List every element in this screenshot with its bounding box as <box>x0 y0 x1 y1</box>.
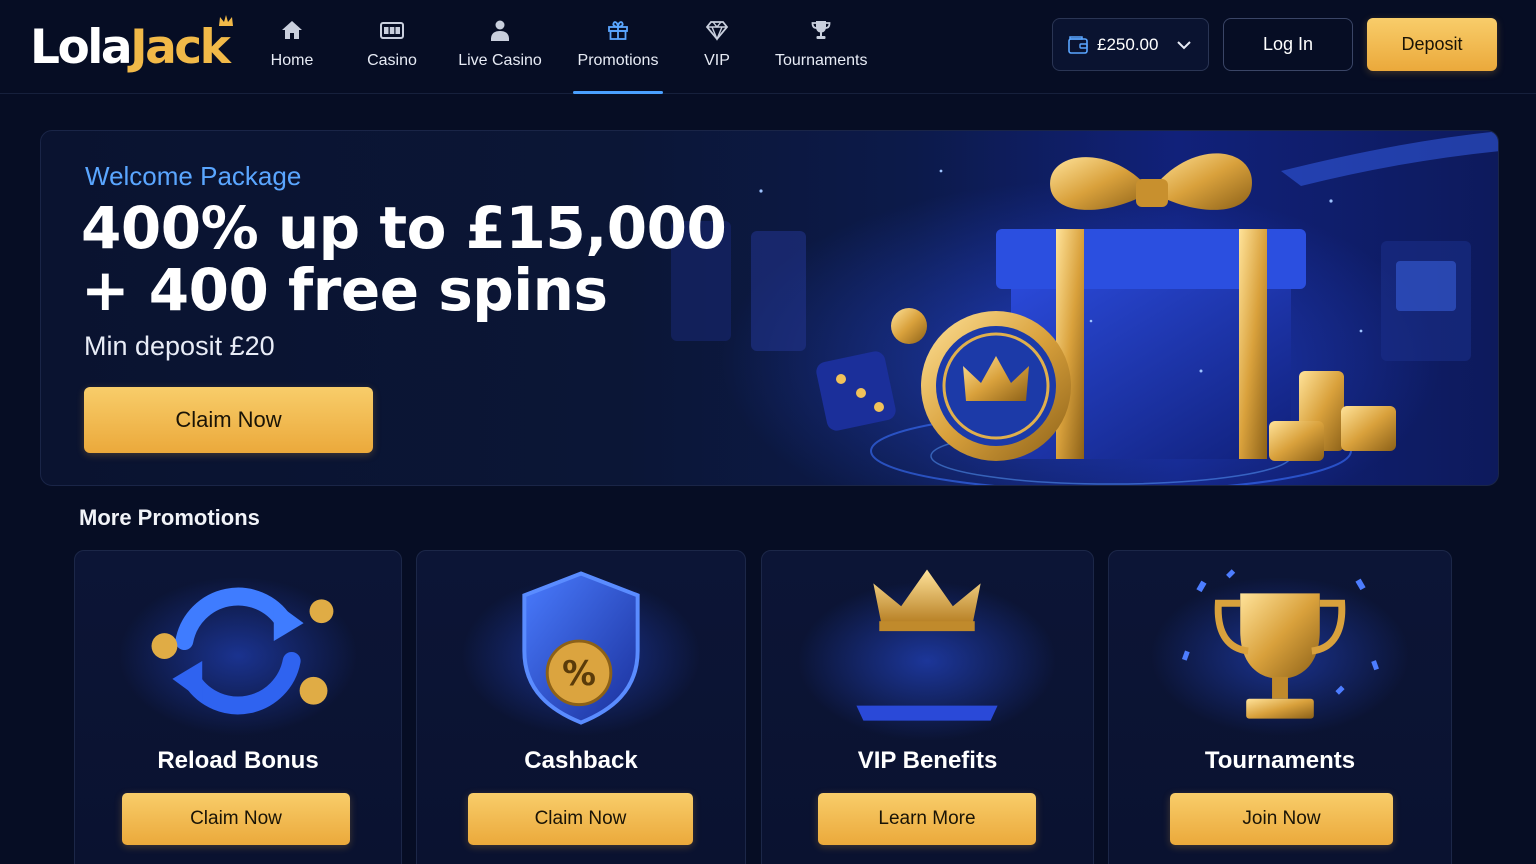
promo-card-title: Reload Bonus <box>157 747 319 774</box>
promo-card-cashback[interactable]: % Cashback Claim Now <box>416 550 746 864</box>
promo-card-title: Tournaments <box>1204 747 1356 774</box>
top-bar: LolaJack Home Casino Live Casino Promoti… <box>0 0 1536 94</box>
nav-live-casino[interactable]: Live Casino <box>458 18 542 94</box>
hero-title-line1: 400% up to £15,000 <box>81 194 727 262</box>
promo-card-vip-benefits[interactable]: VIP Benefits Learn More <box>761 550 1094 864</box>
nav-home-label: Home <box>270 52 314 69</box>
vip-crown-icon <box>797 569 1057 741</box>
nav-home[interactable]: Home <box>270 18 314 94</box>
balance-amount: £250.00 <box>1097 34 1159 54</box>
reload-claim-button[interactable]: Claim Now <box>122 793 350 845</box>
svg-text:%: % <box>562 654 596 693</box>
diamond-icon <box>702 18 732 46</box>
nav-tournaments[interactable]: Tournaments <box>775 18 868 94</box>
promo-card-title: Cashback <box>524 747 638 774</box>
promo-card-title: VIP Benefits <box>857 747 998 774</box>
reload-arrows-icon <box>118 576 358 736</box>
shield-percent-icon: % <box>461 571 701 736</box>
section-title: More Promotions <box>79 505 260 530</box>
home-icon <box>270 18 314 46</box>
nav-live-casino-label: Live Casino <box>458 52 542 69</box>
brand-logo[interactable]: LolaJack <box>30 15 234 78</box>
hero-claim-button[interactable]: Claim Now <box>84 387 373 453</box>
gift-box-illustration <box>671 131 1498 485</box>
promo-card-tournaments[interactable]: Tournaments Join Now <box>1108 550 1452 864</box>
hero-min-deposit: Min deposit £20 <box>84 331 275 361</box>
hero-title: 400% up to £15,000 + 400 free spins <box>81 194 727 324</box>
hero-kicker: Welcome Package <box>85 161 302 191</box>
logo-crown-icon <box>219 15 234 26</box>
vip-learn-more-button[interactable]: Learn More <box>818 793 1036 845</box>
deposit-button[interactable]: Deposit <box>1367 18 1497 71</box>
login-button[interactable]: Log In <box>1223 18 1353 71</box>
cashback-claim-button[interactable]: Claim Now <box>468 793 693 845</box>
nav-casino-label: Casino <box>367 52 417 69</box>
wallet-icon <box>1068 35 1088 54</box>
hero-title-line2: + 400 free spins <box>81 256 608 324</box>
logo-text-jack: Jack <box>130 15 234 75</box>
nav-vip[interactable]: VIP <box>702 18 732 94</box>
chevron-down-icon <box>1177 40 1192 49</box>
gift-icon <box>576 18 660 46</box>
dealer-icon <box>458 18 542 46</box>
nav-tournaments-label: Tournaments <box>775 52 868 69</box>
nav-casino[interactable]: Casino <box>366 18 418 94</box>
trophy-icon <box>775 18 867 46</box>
nav-vip-label: VIP <box>704 52 730 69</box>
balance-dropdown[interactable]: £250.00 <box>1052 18 1209 71</box>
logo-text-lola: Lola <box>30 20 133 75</box>
trophy-cup-icon <box>1150 569 1410 736</box>
slot-machine-icon <box>366 18 418 46</box>
nav-promotions[interactable]: Promotions <box>573 18 663 94</box>
promo-card-reload-bonus[interactable]: Reload Bonus Claim Now <box>74 550 402 864</box>
active-tab-indicator <box>573 91 663 94</box>
nav-promotions-label: Promotions <box>577 52 659 69</box>
tournaments-join-button[interactable]: Join Now <box>1170 793 1393 845</box>
welcome-banner: Welcome Package 400% up to £15,000 + 400… <box>40 130 1499 486</box>
